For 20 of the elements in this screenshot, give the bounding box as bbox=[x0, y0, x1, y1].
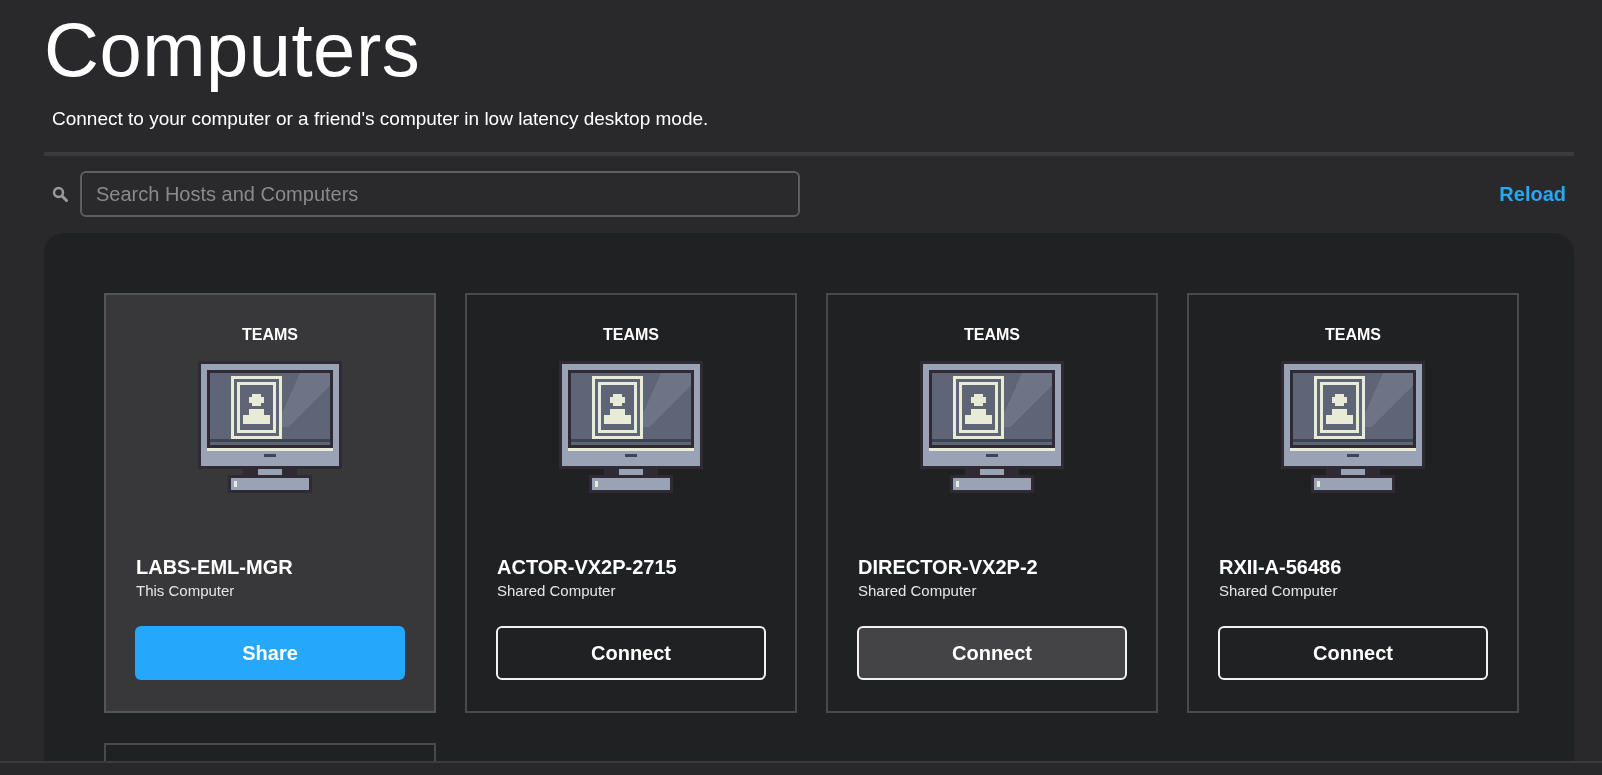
computer-description: Shared Computer bbox=[1219, 581, 1339, 601]
computer-description: This Computer bbox=[136, 581, 236, 601]
computer-name: ACTOR-VX2P-2715 bbox=[497, 555, 678, 580]
connect-button[interactable]: Connect bbox=[496, 626, 766, 680]
connect-button[interactable]: Connect bbox=[1218, 626, 1488, 680]
group-label: TEAMS bbox=[964, 325, 1020, 345]
search-field[interactable]: Search Hosts and Computers bbox=[80, 171, 800, 217]
computer-name: DIRECTOR-VX2P-2 bbox=[858, 555, 1039, 580]
computer-name: LABS-EML-MGR bbox=[136, 555, 294, 580]
search-icon bbox=[52, 186, 68, 202]
computer-name: RXII-A-56486 bbox=[1219, 555, 1343, 580]
connect-button[interactable]: Connect bbox=[857, 626, 1127, 680]
page-title: Computers bbox=[44, 6, 422, 94]
group-label: TEAMS bbox=[603, 325, 659, 345]
computer-description: Shared Computer bbox=[497, 581, 617, 601]
reload-link[interactable]: Reload bbox=[1499, 182, 1566, 206]
group-label: TEAMS bbox=[1325, 325, 1381, 345]
page-subtitle: Connect to your computer or a friend's computer in low latency desktop mode. bbox=[52, 107, 710, 131]
group-label: TEAMS bbox=[242, 325, 298, 345]
computer-description: Shared Computer bbox=[858, 581, 978, 601]
